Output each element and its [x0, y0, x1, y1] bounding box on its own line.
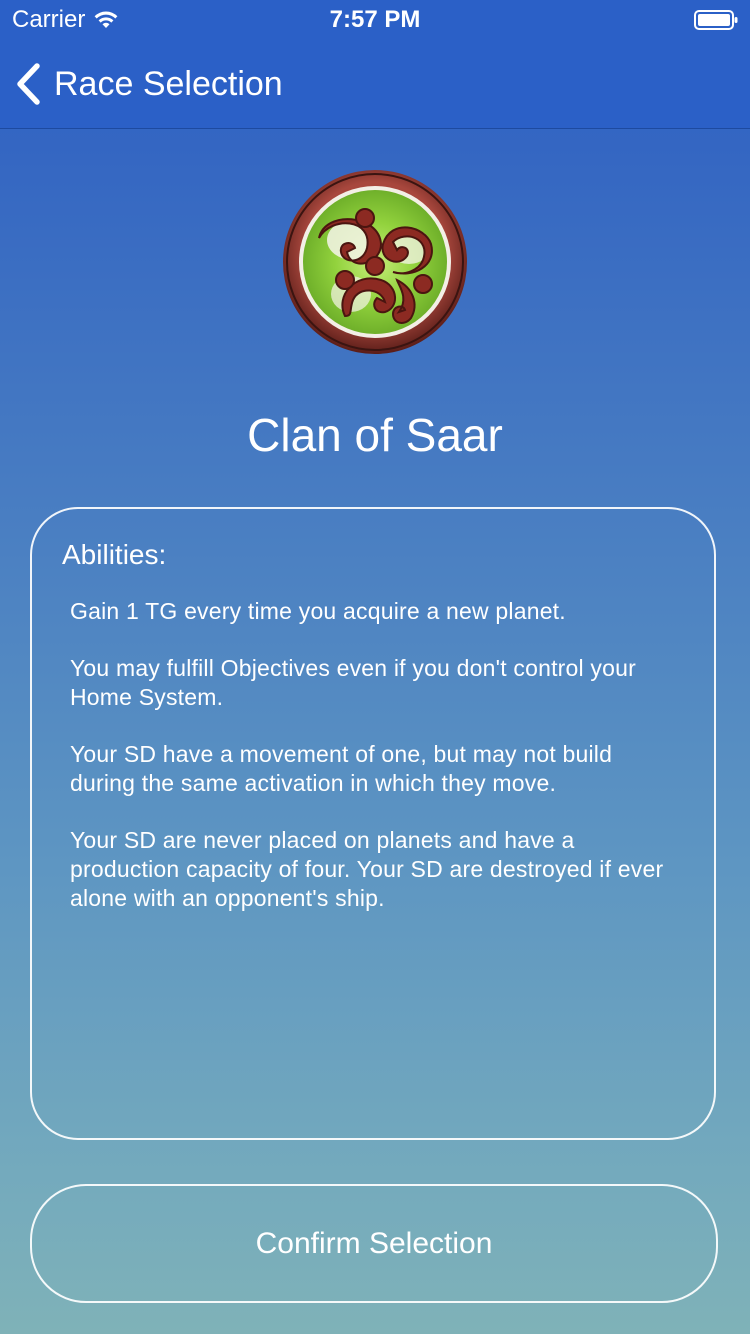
race-name-title: Clan of Saar	[247, 409, 503, 461]
ability-item: Gain 1 TG every time you acquire a new p…	[70, 598, 566, 624]
back-button-label: Race Selection	[54, 64, 283, 103]
navigation-bar: Race Selection	[0, 40, 750, 129]
ability-item: Your SD have a movement of one, but may …	[70, 741, 613, 796]
abilities-card: Abilities: Gain 1 TG every time you acqu…	[30, 507, 716, 1140]
battery-icon	[694, 10, 738, 30]
confirm-selection-button[interactable]: Confirm Selection	[30, 1184, 718, 1303]
ability-item: You may fulfill Objectives even if you d…	[70, 655, 636, 710]
status-bar: Carrier 7:57 PM	[0, 0, 750, 40]
race-emblem-icon	[283, 170, 467, 354]
confirm-selection-label: Confirm Selection	[255, 1226, 493, 1260]
abilities-heading: Abilities:	[62, 539, 167, 570]
chevron-left-icon	[17, 63, 40, 105]
status-time: 7:57 PM	[329, 6, 421, 33]
back-button[interactable]: Race Selection	[14, 58, 283, 110]
ability-item: Your SD are never placed on planets and …	[70, 827, 664, 911]
abilities-list: Gain 1 TG every time you acquire a new p…	[70, 597, 680, 941]
